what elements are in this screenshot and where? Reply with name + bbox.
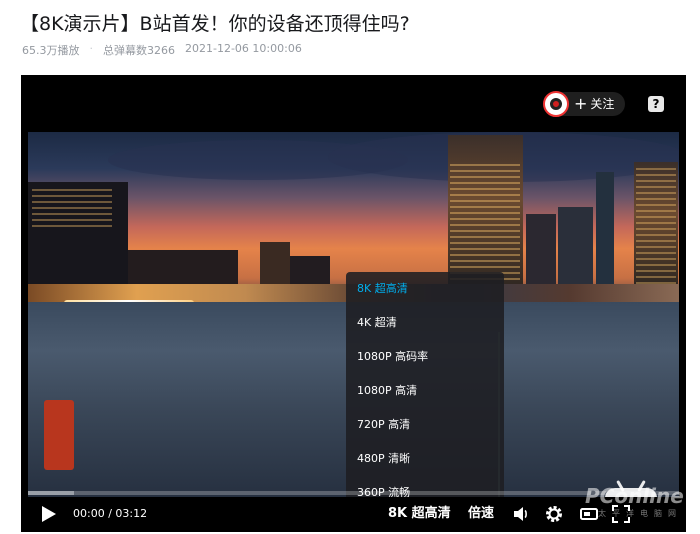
video-title: 【8K演示片】B站首发！你的设备还顶得住吗?	[20, 13, 410, 35]
quality-option[interactable]: 4K 超清	[346, 306, 504, 340]
follow-label: 关注	[590, 97, 615, 111]
building	[260, 242, 290, 284]
video-frame[interactable]: 8K 超高清 4K 超清 1080P 高码率 1080P 高清 720P 高清 …	[28, 132, 679, 497]
meta-separator: ·	[89, 42, 94, 55]
time-display: 00:00 / 03:12	[73, 505, 147, 523]
watermark-logo: PConline	[585, 484, 684, 508]
play-count: 65.3万播放	[22, 44, 80, 57]
mooring-post	[44, 400, 74, 470]
follow-button[interactable]: + 关注	[574, 92, 614, 116]
current-time: 00:00	[73, 507, 105, 520]
duration: 03:12	[115, 507, 148, 520]
time-separator: /	[108, 507, 112, 520]
progress-fill	[28, 491, 74, 495]
quality-option[interactable]: 1080P 高码率	[346, 340, 504, 374]
building	[526, 214, 556, 294]
publish-date: 2021-12-06 10:00:06	[185, 42, 302, 55]
quality-option[interactable]: 1080P 高清	[346, 374, 504, 408]
danmaku-count: 总弹幕数3266	[103, 44, 175, 57]
watermark-subtext: 太平洋电脑网	[598, 509, 682, 518]
building	[596, 172, 614, 292]
uploader-follow: + 关注	[543, 91, 625, 117]
plus-icon: +	[574, 94, 588, 113]
speed-button[interactable]: 倍速	[468, 504, 494, 524]
control-bar: 00:00 / 03:12 8K 超高清 倍速	[28, 499, 679, 529]
quality-menu: 8K 超高清 4K 超清 1080P 高码率 1080P 高清 720P 高清 …	[346, 272, 504, 497]
video-player[interactable]: + 关注 ? 8K 超高清 4K 超清 1080P 高码率 1080P 高清 7…	[21, 75, 686, 532]
volume-icon[interactable]	[512, 505, 530, 523]
progress-bar[interactable]	[28, 491, 679, 495]
quality-option[interactable]: 720P 高清	[346, 408, 504, 442]
building-lights	[636, 164, 676, 284]
uploader-avatar[interactable]	[543, 91, 569, 117]
quality-option[interactable]: 8K 超高清	[346, 272, 504, 306]
ship-railing	[498, 332, 679, 497]
building	[290, 256, 330, 286]
building-lights	[32, 187, 112, 227]
building	[128, 250, 238, 285]
quality-option[interactable]: 480P 清晰	[346, 442, 504, 476]
play-icon[interactable]	[42, 506, 56, 522]
quality-button[interactable]: 8K 超高清	[388, 504, 451, 524]
settings-icon[interactable]	[545, 505, 563, 523]
video-meta: 65.3万播放 · 总弹幕数3266 2021-12-06 10:00:06	[22, 42, 302, 58]
help-icon[interactable]: ?	[648, 96, 664, 112]
building	[558, 207, 593, 292]
